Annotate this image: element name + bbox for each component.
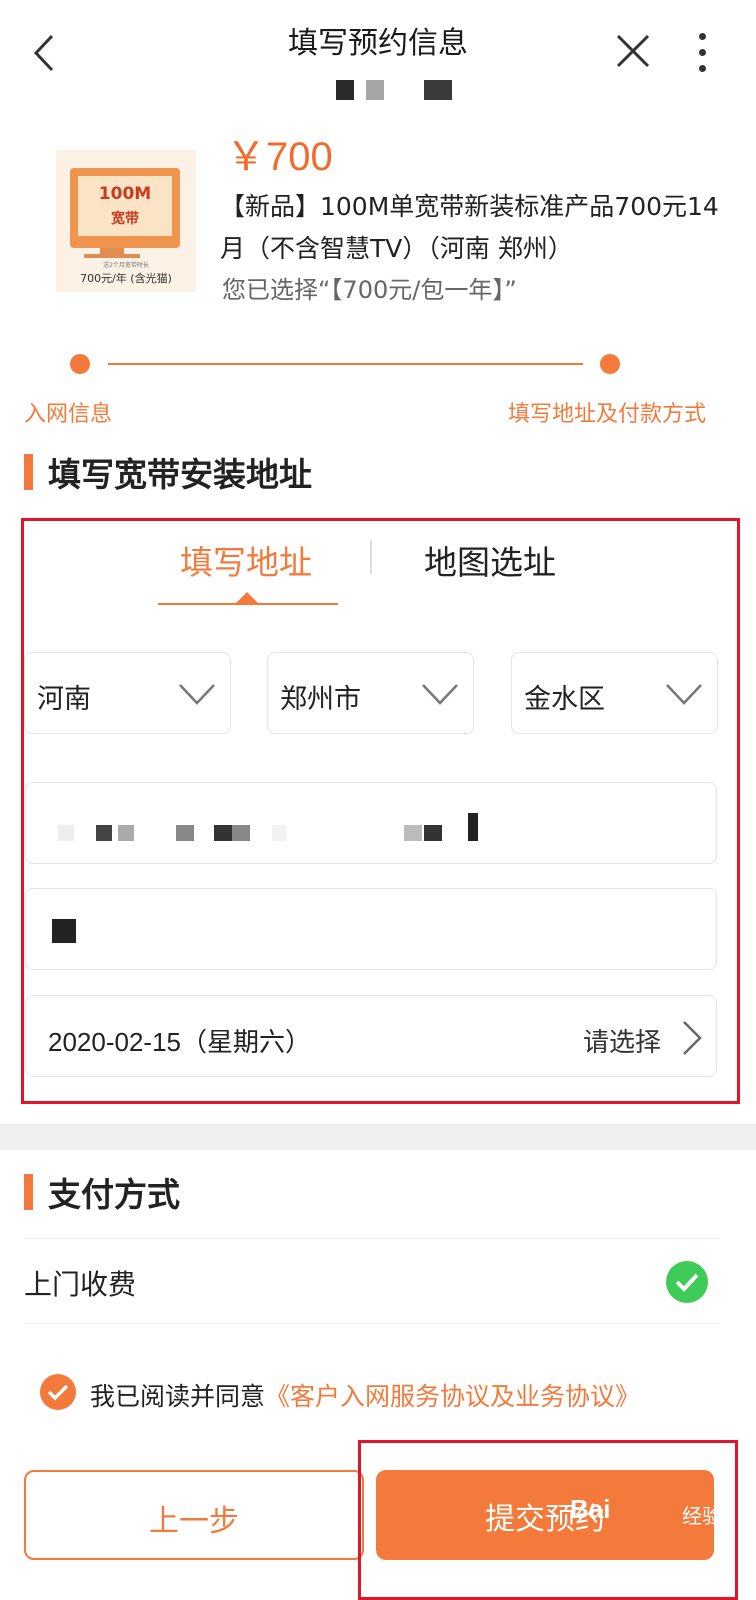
step-1-dot (70, 354, 90, 374)
agreement-text: 我已阅读并同意《客户入网服务协议及业务协议》 (90, 1377, 640, 1413)
province-select[interactable]: 河南 (24, 652, 231, 734)
payment-option-row[interactable]: 上门收费 (24, 1238, 720, 1324)
payment-section-title: 支付方式 (48, 1175, 180, 1214)
detail-address-field[interactable] (25, 782, 717, 864)
prev-step-button[interactable]: 上一步 (24, 1470, 364, 1560)
province-value: 河南 (37, 684, 91, 715)
step-progress-line (108, 363, 583, 365)
section-bar (24, 1174, 33, 1210)
header: 填写预约信息 (0, 0, 756, 110)
watermark-brand: Bai (570, 1494, 611, 1524)
step-2-dot (600, 354, 620, 374)
payment-method-label: 上门收费 (24, 1268, 137, 1301)
contact-field[interactable] (25, 888, 717, 970)
baidu-watermark: Bai 经验 (570, 1486, 740, 1546)
tab-active-underline (158, 603, 338, 605)
product-image-label: 宽带 (111, 211, 139, 227)
product-image-caption: 送2个月宽带时长 (103, 262, 149, 269)
chevron-down-icon (179, 684, 215, 705)
district-select[interactable]: 金水区 (511, 652, 718, 734)
tab-divider (370, 540, 372, 574)
more-icon[interactable] (690, 30, 714, 78)
chevron-down-icon (422, 684, 458, 705)
install-date-field[interactable]: 2020-02-15（星期六） 请选择 (25, 995, 717, 1077)
district-value: 金水区 (524, 684, 605, 715)
step-1-label: 入网信息 (24, 402, 113, 427)
close-icon[interactable] (612, 30, 656, 74)
watermark-jingyan: 经验 (682, 1504, 722, 1528)
prev-step-label: 上一步 (149, 1504, 239, 1539)
city-value: 郑州市 (280, 684, 361, 715)
agreement-link[interactable]: 《客户入网服务协议及业务协议》 (265, 1382, 640, 1411)
product-image-speed: 100M (98, 184, 152, 204)
blurred-subtitle (336, 80, 466, 100)
chevron-right-icon (683, 1021, 702, 1055)
section-separator (0, 1124, 756, 1150)
tab-active-caret (236, 592, 258, 603)
address-section-title: 填写宽带安装地址 (48, 455, 312, 494)
watermark-url: jingyan.baidu.com (560, 1560, 681, 1577)
install-date-value: 2020-02-15（星期六） (48, 1027, 311, 1057)
tab-fill-address[interactable]: 填写地址 (180, 536, 312, 584)
step-2-label: 填写地址及付款方式 (508, 402, 707, 427)
product-name: 【新品】100M单宽带新装标准产品700元14月（不含智慧TV）（河南 郑州） (220, 192, 719, 263)
selected-check-icon (666, 1261, 708, 1303)
choose-date-label: 请选择 (583, 1028, 662, 1058)
section-bar (24, 454, 33, 490)
product-image: 100M 宽带 送2个月宽带时长 700元/年 (含光猫) (56, 150, 196, 292)
product-image-price: 700元/年 (含光猫) (80, 272, 172, 285)
agreement-prefix: 我已阅读并同意 (90, 1382, 266, 1411)
product-selection: 您已选择“【700元/包一年】” (222, 276, 517, 304)
chevron-down-icon (666, 684, 702, 705)
city-select[interactable]: 郑州市 (267, 652, 474, 734)
monitor-illustration: 100M 宽带 (70, 168, 180, 248)
tab-map-select[interactable]: 地图选址 (424, 536, 556, 584)
agreement-checkbox[interactable] (40, 1374, 76, 1410)
product-price: ￥700 (226, 135, 333, 179)
